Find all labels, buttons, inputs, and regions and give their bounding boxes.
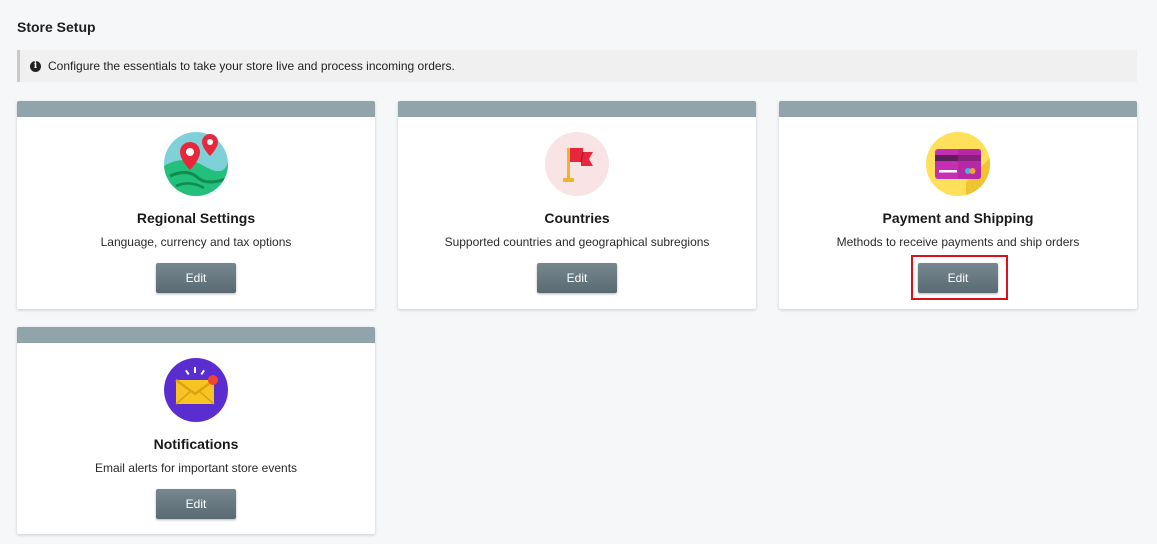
card-title: Regional Settings (136, 210, 256, 226)
edit-countries-button[interactable]: Edit (537, 263, 617, 293)
edit-payment-and-shipping-button[interactable]: Edit (918, 263, 998, 293)
card-description: Supported countries and geographical sub… (444, 235, 710, 249)
page-title: Store Setup (17, 19, 96, 35)
card-title: Countries (544, 210, 610, 226)
card-payment-and-shipping: Payment and Shipping Methods to receive … (779, 101, 1137, 309)
card-title: Notifications (153, 436, 239, 452)
card-header-bar (779, 101, 1137, 117)
info-text: Configure the essentials to take your st… (48, 59, 455, 73)
card-regional-settings: Regional Settings Language, currency and… (17, 101, 375, 309)
envelope-icon (164, 358, 228, 422)
card-header-bar (17, 327, 375, 343)
card-description: Methods to receive payments and ship ord… (836, 235, 1080, 249)
card-countries: Countries Supported countries and geogra… (398, 101, 756, 309)
map-pin-icon (164, 132, 228, 196)
edit-notifications-button[interactable]: Edit (156, 489, 236, 519)
info-icon: i (30, 60, 41, 72)
card-header-bar (398, 101, 756, 117)
card-header-bar (17, 101, 375, 117)
card-description: Language, currency and tax options (100, 235, 292, 249)
credit-card-icon (926, 132, 990, 196)
info-banner: i Configure the essentials to take your … (17, 50, 1137, 82)
edit-regional-settings-button[interactable]: Edit (156, 263, 236, 293)
card-notifications: Notifications Email alerts for important… (17, 327, 375, 534)
card-description: Email alerts for important store events (94, 461, 298, 475)
card-title: Payment and Shipping (882, 210, 1034, 226)
flag-icon (545, 132, 609, 196)
